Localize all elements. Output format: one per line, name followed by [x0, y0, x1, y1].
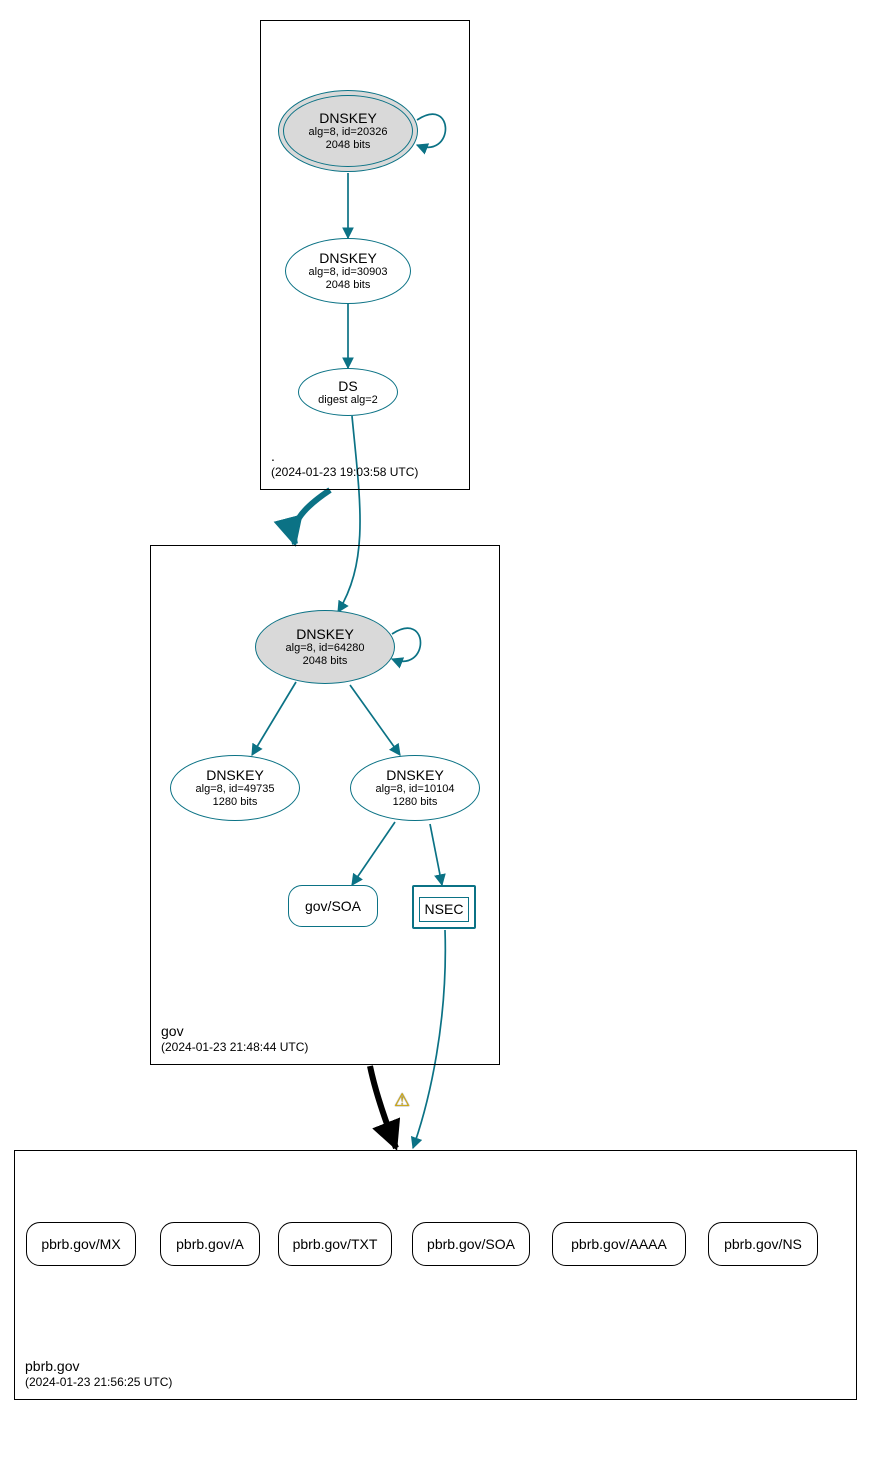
node-gov-soa: gov/SOA	[288, 885, 378, 927]
warning-icon: ⚠	[394, 1090, 410, 1111]
node-title: DNSKEY	[319, 110, 377, 126]
node-title: pbrb.gov/SOA	[427, 1236, 515, 1252]
node-root-zsk: DNSKEY alg=8, id=30903 2048 bits	[285, 238, 411, 304]
node-sub: alg=8, id=20326	[309, 126, 388, 139]
node-title: DNSKEY	[319, 250, 377, 266]
zone-root-timestamp: (2024-01-23 19:03:58 UTC)	[271, 465, 418, 481]
zone-gov-name: gov	[161, 1022, 308, 1040]
node-sub: 2048 bits	[326, 139, 371, 152]
zone-pbrb-timestamp: (2024-01-23 21:56:25 UTC)	[25, 1375, 172, 1391]
node-sub: 2048 bits	[326, 279, 371, 292]
node-title: DNSKEY	[296, 626, 354, 642]
node-title: DS	[338, 378, 357, 394]
zone-root-label: . (2024-01-23 19:03:58 UTC)	[271, 447, 418, 481]
node-title: DNSKEY	[206, 767, 264, 783]
node-sub: 2048 bits	[303, 655, 348, 668]
node-root-ksk: DNSKEY alg=8, id=20326 2048 bits	[278, 90, 418, 172]
zone-pbrb: pbrb.gov (2024-01-23 21:56:25 UTC)	[14, 1150, 857, 1400]
node-title: pbrb.gov/A	[176, 1236, 244, 1252]
zone-root-name: .	[271, 447, 418, 465]
node-pbrb-aaaa: pbrb.gov/AAAA	[552, 1222, 686, 1266]
zone-pbrb-label: pbrb.gov (2024-01-23 21:56:25 UTC)	[25, 1357, 172, 1391]
node-title: NSEC	[425, 901, 464, 917]
node-pbrb-ns: pbrb.gov/NS	[708, 1222, 818, 1266]
node-title: pbrb.gov/MX	[41, 1236, 120, 1252]
node-gov-zsk1: DNSKEY alg=8, id=49735 1280 bits	[170, 755, 300, 821]
node-gov-zsk2: DNSKEY alg=8, id=10104 1280 bits	[350, 755, 480, 821]
node-title: gov/SOA	[305, 898, 361, 914]
dnssec-diagram: ⚠ . (2024-01-23 19:03:58 UTC) DNSKEY alg…	[0, 0, 871, 1473]
node-nsec: NSEC	[412, 885, 476, 929]
node-sub: alg=8, id=10104	[376, 783, 455, 796]
zone-gov-label: gov (2024-01-23 21:48:44 UTC)	[161, 1022, 308, 1056]
node-sub: alg=8, id=30903	[309, 266, 388, 279]
node-title: pbrb.gov/TXT	[293, 1236, 378, 1252]
node-title: DNSKEY	[386, 767, 444, 783]
zone-gov-timestamp: (2024-01-23 21:48:44 UTC)	[161, 1040, 308, 1056]
node-pbrb-soa: pbrb.gov/SOA	[412, 1222, 530, 1266]
node-sub: alg=8, id=49735	[196, 783, 275, 796]
node-title: pbrb.gov/AAAA	[571, 1236, 667, 1252]
node-root-ds: DS digest alg=2	[298, 368, 398, 416]
zone-pbrb-name: pbrb.gov	[25, 1357, 172, 1375]
node-pbrb-a: pbrb.gov/A	[160, 1222, 260, 1266]
node-pbrb-mx: pbrb.gov/MX	[26, 1222, 136, 1266]
node-title: pbrb.gov/NS	[724, 1236, 802, 1252]
node-sub: digest alg=2	[318, 394, 378, 407]
node-sub: alg=8, id=64280	[286, 642, 365, 655]
node-sub: 1280 bits	[213, 796, 258, 809]
node-gov-ksk: DNSKEY alg=8, id=64280 2048 bits	[255, 610, 395, 684]
node-pbrb-txt: pbrb.gov/TXT	[278, 1222, 392, 1266]
node-sub: 1280 bits	[393, 796, 438, 809]
